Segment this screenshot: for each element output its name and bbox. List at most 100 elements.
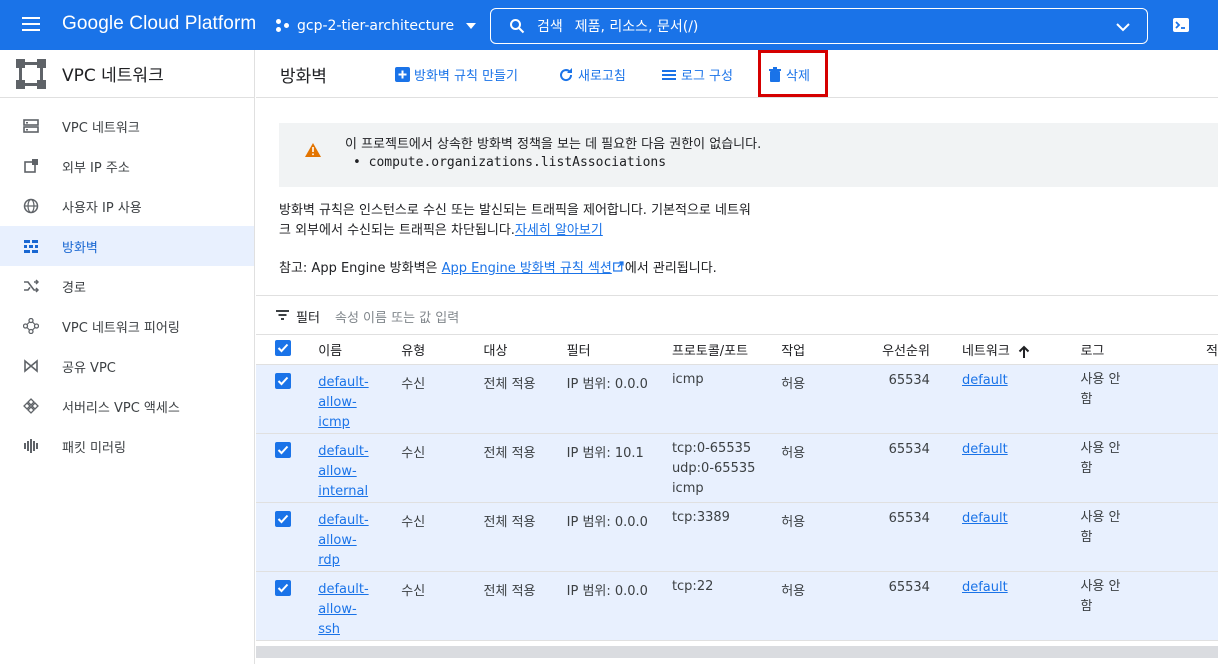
col-priority[interactable]: 우선순위 bbox=[854, 336, 962, 365]
toolbar: 방화벽 방화벽 규칙 만들기 새로고침 로그 구성 삭제 bbox=[256, 50, 1218, 98]
search-label: 검색 bbox=[537, 19, 563, 35]
arrow-up-icon bbox=[1018, 345, 1029, 358]
col-logs[interactable]: 로그 bbox=[1080, 336, 1207, 365]
rule-name-link[interactable]: internal bbox=[318, 482, 401, 502]
col-action[interactable]: 작업 bbox=[781, 336, 855, 365]
rule-name-link[interactable]: allow- bbox=[318, 462, 401, 482]
rule-name-link[interactable]: default- bbox=[318, 580, 401, 600]
external-ip-icon bbox=[24, 159, 38, 173]
rule-name-link[interactable]: ssh bbox=[318, 620, 401, 640]
horizontal-scrollbar[interactable] bbox=[256, 646, 1218, 658]
rule-name: default-allow-internal bbox=[318, 433, 402, 503]
rule-name: default-allow-ssh bbox=[318, 571, 402, 641]
rule-priority: 65534 bbox=[854, 571, 962, 641]
rule-type: 수신 bbox=[401, 571, 484, 641]
rule-name-link[interactable]: rdp bbox=[318, 551, 401, 571]
routes-icon bbox=[24, 279, 39, 293]
sidebar-item-firewall[interactable]: 방화벽 bbox=[0, 226, 254, 266]
rule-name-link[interactable]: allow- bbox=[318, 531, 401, 551]
rule-name: default-allow-icmp bbox=[318, 364, 402, 434]
col-filter[interactable]: 필터 bbox=[566, 336, 672, 365]
table-row[interactable]: default-allow-internal 수신 전체 적용 IP 범위: 1… bbox=[256, 433, 1218, 503]
rule-priority: 65534 bbox=[854, 364, 962, 434]
protocol-value: icmp bbox=[671, 480, 704, 496]
rule-extra bbox=[1206, 502, 1218, 572]
protocol-value: udp:0-65535 bbox=[671, 460, 756, 476]
globe-icon bbox=[23, 198, 39, 214]
search-input[interactable]: 검색 제품, 리소스, 문서(/) bbox=[490, 8, 1148, 44]
refresh-button[interactable]: 새로고침 bbox=[558, 65, 626, 84]
sidebar-item-vpc-network[interactable]: VPC 네트워크 bbox=[0, 106, 254, 146]
rule-priority: 65534 bbox=[854, 433, 962, 503]
check-icon bbox=[277, 514, 289, 523]
row-checkbox[interactable] bbox=[275, 510, 291, 527]
external-link-icon bbox=[612, 261, 624, 272]
rule-network: default bbox=[961, 433, 1081, 503]
table-row[interactable]: default-allow-icmp 수신 전체 적용 IP 범위: 0.0.0… bbox=[256, 364, 1218, 434]
sidebar-item-shared-vpc[interactable]: 공유 VPC bbox=[0, 346, 254, 386]
learn-more-link[interactable]: 자세히 알아보기 bbox=[515, 223, 603, 238]
check-icon bbox=[277, 445, 289, 454]
rule-filter: IP 범위: 0.0.0 bbox=[566, 364, 672, 434]
rule-target: 전체 적용 bbox=[483, 364, 567, 434]
create-firewall-rule-button[interactable]: 방화벽 규칙 만들기 bbox=[395, 65, 518, 84]
col-extra[interactable]: 적 bbox=[1206, 336, 1218, 365]
rule-type: 수신 bbox=[401, 433, 484, 503]
chevron-down-icon[interactable] bbox=[1115, 19, 1131, 35]
col-type[interactable]: 유형 bbox=[401, 336, 484, 365]
sidebar-item-serverless-access[interactable]: 서버리스 VPC 액세스 bbox=[0, 386, 254, 426]
firewall-rules-table: 이름 유형 대상 필터 프로토콜/포트 작업 우선순위 네트워크 로그 적 de… bbox=[256, 336, 1218, 641]
sidebar-item-external-ip[interactable]: 외부 IP 주소 bbox=[0, 146, 254, 186]
network-link[interactable]: default bbox=[962, 442, 1008, 457]
col-target[interactable]: 대상 bbox=[483, 336, 567, 365]
app-engine-link[interactable]: App Engine 방화벽 규칙 섹션 bbox=[442, 261, 612, 276]
project-name: gcp-2-tier-architecture bbox=[297, 18, 455, 34]
rule-name-link[interactable]: default- bbox=[318, 511, 401, 531]
col-network[interactable]: 네트워크 bbox=[961, 336, 1081, 365]
rule-protocol: icmp bbox=[671, 364, 782, 434]
sidebar-item-packet-mirroring[interactable]: 패킷 미러링 bbox=[0, 426, 254, 466]
shared-vpc-icon bbox=[24, 359, 38, 373]
rule-name-link[interactable]: allow- bbox=[318, 600, 401, 620]
rule-target: 전체 적용 bbox=[483, 502, 567, 572]
configure-logs-button[interactable]: 로그 구성 bbox=[661, 65, 733, 84]
rule-name-link[interactable]: allow- bbox=[318, 393, 401, 413]
rule-action: 허용 bbox=[781, 364, 855, 434]
row-checkbox[interactable] bbox=[275, 372, 291, 389]
filter-input[interactable]: 속성 이름 또는 값 입력 bbox=[335, 307, 459, 326]
sidebar-item-byoip[interactable]: 사용자 IP 사용 bbox=[0, 186, 254, 226]
log-value: 함 bbox=[1080, 460, 1093, 476]
rule-name-link[interactable]: icmp bbox=[318, 413, 401, 433]
project-icon bbox=[276, 19, 290, 33]
filter-bar[interactable]: 필터 속성 이름 또는 값 입력 bbox=[256, 295, 1218, 335]
app-engine-note: 참고: App Engine 방화벽은 App Engine 방화벽 규칙 섹션… bbox=[279, 261, 717, 276]
row-checkbox[interactable] bbox=[275, 579, 291, 596]
cloud-shell-icon[interactable] bbox=[1172, 16, 1190, 34]
col-name[interactable]: 이름 bbox=[318, 336, 402, 365]
check-icon bbox=[277, 376, 289, 385]
rule-type: 수신 bbox=[401, 364, 484, 434]
col-protocol[interactable]: 프로토콜/포트 bbox=[671, 336, 782, 365]
project-selector[interactable]: gcp-2-tier-architecture bbox=[276, 16, 477, 36]
product-name[interactable]: Google Cloud Platform bbox=[62, 13, 256, 35]
menu-icon[interactable] bbox=[22, 17, 40, 31]
page-title: 방화벽 bbox=[280, 67, 327, 87]
table-row[interactable]: default-allow-rdp 수신 전체 적용 IP 범위: 0.0.0 … bbox=[256, 502, 1218, 572]
sidebar-item-routes[interactable]: 경로 bbox=[0, 266, 254, 306]
network-link[interactable]: default bbox=[962, 511, 1008, 526]
sidebar-item-label: 방화벽 bbox=[62, 240, 98, 256]
network-link[interactable]: default bbox=[962, 373, 1008, 388]
check-icon bbox=[277, 343, 289, 353]
table-row[interactable]: default-allow-ssh 수신 전체 적용 IP 범위: 0.0.0 … bbox=[256, 571, 1218, 641]
rule-name-link[interactable]: default- bbox=[318, 442, 401, 462]
sidebar-item-peering[interactable]: VPC 네트워크 피어링 bbox=[0, 306, 254, 346]
peering-icon bbox=[23, 318, 39, 334]
rule-extra bbox=[1206, 433, 1218, 503]
rule-protocol: tcp:0-65535 udp:0-65535 icmp bbox=[671, 433, 782, 503]
rule-name-link[interactable]: default- bbox=[318, 373, 401, 393]
row-checkbox[interactable] bbox=[275, 441, 291, 458]
rule-extra bbox=[1206, 364, 1218, 434]
network-link[interactable]: default bbox=[962, 580, 1008, 595]
select-all-checkbox[interactable] bbox=[275, 339, 291, 356]
protocol-value: tcp:22 bbox=[671, 578, 714, 594]
